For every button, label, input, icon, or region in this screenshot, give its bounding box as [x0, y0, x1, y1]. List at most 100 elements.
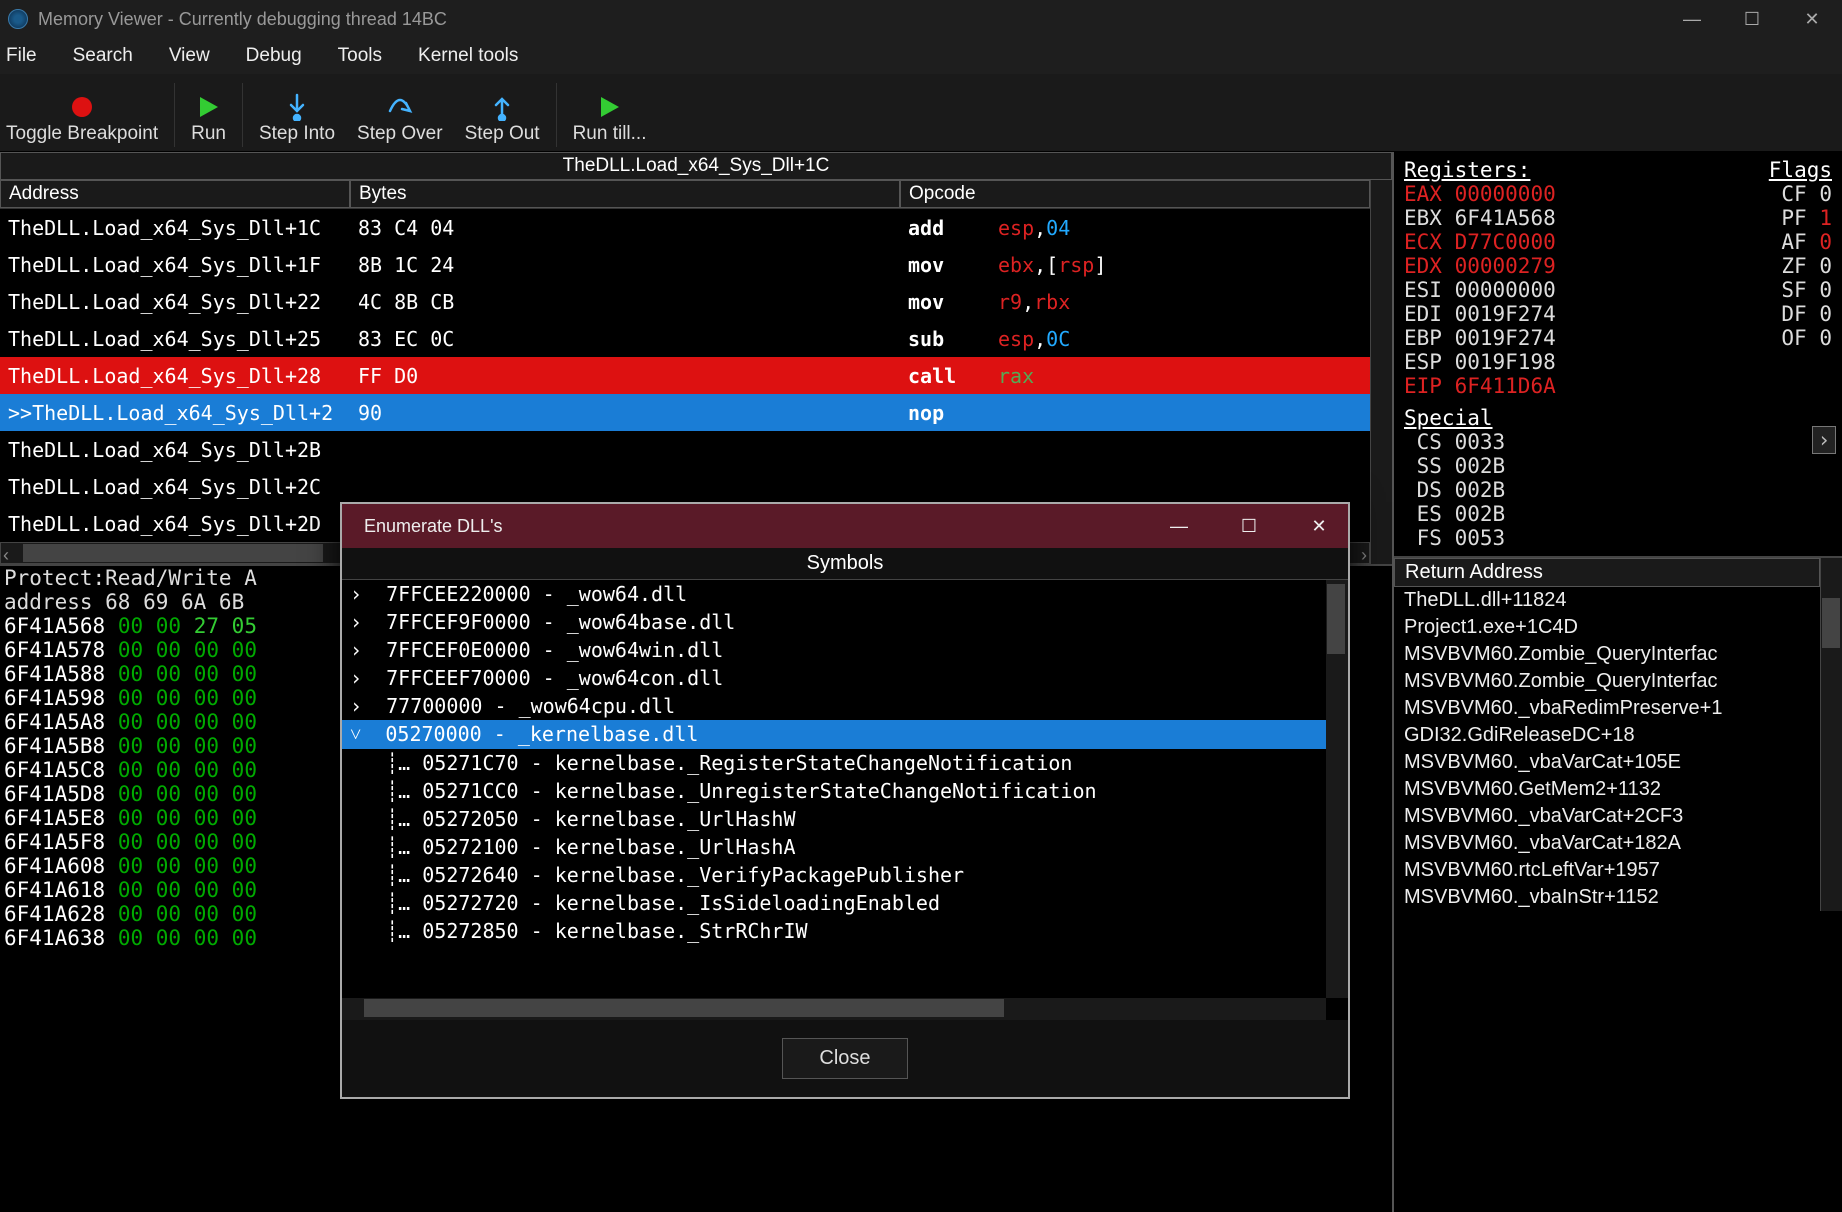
dialog-close-button[interactable]: ✕ — [1290, 504, 1348, 548]
dialog-title: Enumerate DLL's — [364, 516, 503, 537]
disasm-row[interactable]: TheDLL.Load_x64_Sys_Dll+224C 8B CBmovr9,… — [0, 283, 1370, 320]
run-button[interactable]: Run — [185, 91, 232, 147]
menu-search[interactable]: Search — [67, 41, 139, 71]
registers-panel: Registers: Flags EAX 00000000CF 0EBX 6F4… — [1394, 152, 1842, 556]
flags-title: Flags — [1769, 158, 1832, 182]
disasm-header: Address Bytes Opcode — [0, 180, 1370, 209]
col-header-bytes[interactable]: Bytes — [350, 180, 900, 208]
menu-debug[interactable]: Debug — [240, 41, 308, 71]
tree-row[interactable]: ┊… 05272720 - kernelbase._IsSideloadingE… — [342, 889, 1348, 917]
disasm-scrollbar-v[interactable] — [1370, 180, 1392, 564]
separator — [556, 83, 557, 147]
registers-title: Registers: — [1404, 158, 1530, 182]
play-icon — [601, 97, 619, 117]
dialog-minimize-button[interactable]: — — [1150, 504, 1208, 548]
stack-row[interactable]: MSVBVM60._vbaVarCat+2CF3 — [1394, 803, 1820, 830]
separator — [242, 83, 243, 147]
menu-view[interactable]: View — [163, 41, 216, 71]
dialog-scrollbar-v[interactable] — [1326, 580, 1348, 998]
col-header-address[interactable]: Address — [0, 180, 350, 208]
enumerate-dlls-dialog: Enumerate DLL's — ☐ ✕ Symbols › 7FFCEE22… — [340, 502, 1350, 1099]
step-into-icon — [283, 93, 311, 121]
stack-row[interactable]: MSVBVM60._vbaVarCat+182A — [1394, 830, 1820, 857]
menu-tools[interactable]: Tools — [332, 41, 388, 71]
special-register-line: DS 002B — [1404, 478, 1832, 502]
register-line: EAX 00000000CF 0 — [1404, 182, 1832, 206]
dialog-tree[interactable]: › 7FFCEE220000 - _wow64.dll› 7FFCEF9F000… — [342, 580, 1348, 1020]
tree-row[interactable]: ˅ 05270000 - _kernelbase.dll — [342, 720, 1348, 749]
register-line: ESP 0019F198 — [1404, 350, 1832, 374]
stack-header[interactable]: Return Address — [1394, 558, 1820, 587]
dialog-maximize-button[interactable]: ☐ — [1220, 504, 1278, 548]
register-line: EIP 6F411D6A — [1404, 374, 1832, 398]
register-line: EBP 0019F274OF 0 — [1404, 326, 1832, 350]
step-out-icon — [488, 93, 516, 121]
close-button[interactable]: ✕ — [1782, 0, 1842, 38]
stack-panel: Return Address TheDLL.dll+11824Project1.… — [1394, 556, 1842, 1212]
step-into-button[interactable]: Step Into — [253, 91, 341, 147]
dialog-close-btn[interactable]: Close — [782, 1038, 907, 1079]
step-over-button[interactable]: Step Over — [351, 91, 449, 147]
maximize-button[interactable]: ☐ — [1722, 0, 1782, 38]
dialog-scrollbar-h[interactable] — [342, 998, 1326, 1020]
special-regs-title: Special — [1404, 406, 1493, 430]
dialog-title-bar[interactable]: Enumerate DLL's — ☐ ✕ — [342, 504, 1348, 548]
step-out-button[interactable]: Step Out — [459, 91, 546, 147]
stack-row[interactable]: MSVBVM60._vbaInStr+1152 — [1394, 884, 1820, 911]
stack-row[interactable]: MSVBVM60.GetMem2+1132 — [1394, 776, 1820, 803]
register-line: EDX 00000279ZF 0 — [1404, 254, 1832, 278]
tree-row[interactable]: › 77700000 - _wow64cpu.dll — [342, 692, 1348, 720]
stack-row[interactable]: MSVBVM60._vbaVarCat+105E — [1394, 749, 1820, 776]
stack-scrollbar-v[interactable] — [1820, 558, 1842, 911]
tree-row[interactable]: ┊… 05272100 - kernelbase._UrlHashA — [342, 833, 1348, 861]
register-line: EDI 0019F274DF 0 — [1404, 302, 1832, 326]
special-register-line: ES 002B — [1404, 502, 1832, 526]
disasm-row[interactable]: TheDLL.Load_x64_Sys_Dll+1C83 C4 04addesp… — [0, 209, 1370, 246]
dialog-subtitle: Symbols — [342, 548, 1348, 580]
menu-file[interactable]: File — [0, 41, 43, 71]
tree-row[interactable]: ┊… 05272640 - kernelbase._VerifyPackageP… — [342, 861, 1348, 889]
tree-row[interactable]: › 7FFCEEF70000 - _wow64con.dll — [342, 664, 1348, 692]
play-icon — [200, 97, 218, 117]
tree-row[interactable]: ┊… 05271CC0 - kernelbase._UnregisterStat… — [342, 777, 1348, 805]
disasm-title: TheDLL.Load_x64_Sys_Dll+1C — [0, 152, 1392, 180]
stack-row[interactable]: Project1.exe+1C4D — [1394, 614, 1820, 641]
tree-row[interactable]: ┊… 05272050 - kernelbase._UrlHashW — [342, 805, 1348, 833]
disasm-row[interactable]: TheDLL.Load_x64_Sys_Dll+1F8B 1C 24movebx… — [0, 246, 1370, 283]
tree-row[interactable]: › 7FFCEE220000 - _wow64.dll — [342, 580, 1348, 608]
register-line: ECX D77C0000AF 0 — [1404, 230, 1832, 254]
stack-row[interactable]: GDI32.GdiReleaseDC+18 — [1394, 722, 1820, 749]
breakpoint-icon — [72, 97, 92, 117]
disasm-row[interactable]: TheDLL.Load_x64_Sys_Dll+2C — [0, 468, 1370, 505]
special-register-line: FS 0053 — [1404, 526, 1832, 550]
run-till-button[interactable]: Run till... — [567, 91, 653, 147]
tree-row[interactable]: › 7FFCEF9F0000 - _wow64base.dll — [342, 608, 1348, 636]
stack-row[interactable]: TheDLL.dll+11824 — [1394, 587, 1820, 614]
stack-row[interactable]: MSVBVM60.Zombie_QueryInterfac — [1394, 668, 1820, 695]
register-line: ESI 00000000SF 0 — [1404, 278, 1832, 302]
stack-row[interactable]: MSVBVM60.rtcLeftVar+1957 — [1394, 857, 1820, 884]
minimize-button[interactable]: — — [1662, 0, 1722, 38]
toolbar: Toggle Breakpoint Run Step Into Step Ove… — [0, 74, 1842, 152]
tree-row[interactable]: ┊… 05272850 - kernelbase._StrRChrIW — [342, 917, 1348, 945]
disasm-body[interactable]: TheDLL.Load_x64_Sys_Dll+1C83 C4 04addesp… — [0, 209, 1370, 542]
disasm-row[interactable]: TheDLL.Load_x64_Sys_Dll+2583 EC 0Csubesp… — [0, 320, 1370, 357]
disasm-row[interactable]: TheDLL.Load_x64_Sys_Dll+28FF D0callrax — [0, 357, 1370, 394]
stack-row[interactable]: MSVBVM60._vbaRedimPreserve+1 — [1394, 695, 1820, 722]
separator — [174, 83, 175, 147]
register-line: EBX 6F41A568PF 1 — [1404, 206, 1832, 230]
title-bar: Memory Viewer - Currently debugging thre… — [0, 0, 1842, 38]
step-over-icon — [386, 93, 414, 121]
window-title: Memory Viewer - Currently debugging thre… — [38, 9, 447, 30]
special-register-line: CS 0033 — [1404, 430, 1832, 454]
app-icon — [8, 9, 28, 29]
disasm-row[interactable]: >>TheDLL.Load_x64_Sys_Dll+290nop — [0, 394, 1370, 431]
tree-row[interactable]: ┊… 05271C70 - kernelbase._RegisterStateC… — [342, 749, 1348, 777]
registers-next-button[interactable]: › — [1812, 426, 1836, 454]
col-header-opcode[interactable]: Opcode — [900, 180, 1370, 208]
toggle-breakpoint-button[interactable]: Toggle Breakpoint — [0, 91, 164, 147]
stack-row[interactable]: MSVBVM60.Zombie_QueryInterfac — [1394, 641, 1820, 668]
disasm-row[interactable]: TheDLL.Load_x64_Sys_Dll+2B — [0, 431, 1370, 468]
tree-row[interactable]: › 7FFCEF0E0000 - _wow64win.dll — [342, 636, 1348, 664]
menu-kernel-tools[interactable]: Kernel tools — [412, 41, 524, 71]
